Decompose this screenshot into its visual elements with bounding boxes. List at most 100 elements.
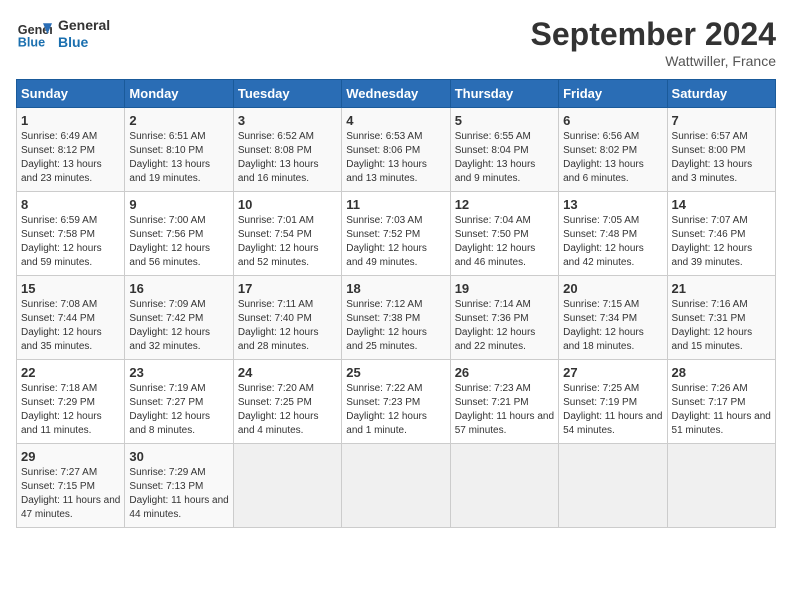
calendar-cell: 2 Sunrise: 6:51 AM Sunset: 8:10 PM Dayli…	[125, 108, 233, 192]
day-number: 21	[672, 281, 771, 296]
calendar-row-1: 8 Sunrise: 6:59 AM Sunset: 7:58 PM Dayli…	[17, 192, 776, 276]
calendar-cell	[559, 444, 667, 528]
day-info: Sunrise: 7:14 AM Sunset: 7:36 PM Dayligh…	[455, 298, 554, 354]
calendar-cell: 14 Sunrise: 7:07 AM Sunset: 7:46 PM Dayl…	[667, 192, 775, 276]
day-info: Sunrise: 6:51 AM Sunset: 8:10 PM Dayligh…	[129, 130, 228, 186]
day-info: Sunrise: 7:23 AM Sunset: 7:21 PM Dayligh…	[455, 382, 554, 438]
day-info: Sunrise: 7:16 AM Sunset: 7:31 PM Dayligh…	[672, 298, 771, 354]
day-number: 6	[563, 113, 662, 128]
day-info: Sunrise: 6:49 AM Sunset: 8:12 PM Dayligh…	[21, 130, 120, 186]
day-number: 11	[346, 197, 445, 212]
day-number: 30	[129, 449, 228, 464]
day-number: 16	[129, 281, 228, 296]
month-title: September 2024	[531, 16, 776, 53]
calendar-cell: 3 Sunrise: 6:52 AM Sunset: 8:08 PM Dayli…	[233, 108, 341, 192]
day-number: 9	[129, 197, 228, 212]
calendar-row-4: 29 Sunrise: 7:27 AM Sunset: 7:15 PM Dayl…	[17, 444, 776, 528]
day-number: 15	[21, 281, 120, 296]
day-info: Sunrise: 7:05 AM Sunset: 7:48 PM Dayligh…	[563, 214, 662, 270]
day-info: Sunrise: 7:00 AM Sunset: 7:56 PM Dayligh…	[129, 214, 228, 270]
day-info: Sunrise: 7:12 AM Sunset: 7:38 PM Dayligh…	[346, 298, 445, 354]
day-number: 19	[455, 281, 554, 296]
day-info: Sunrise: 7:26 AM Sunset: 7:17 PM Dayligh…	[672, 382, 771, 438]
calendar-cell: 13 Sunrise: 7:05 AM Sunset: 7:48 PM Dayl…	[559, 192, 667, 276]
day-number: 1	[21, 113, 120, 128]
day-info: Sunrise: 7:09 AM Sunset: 7:42 PM Dayligh…	[129, 298, 228, 354]
calendar-cell: 1 Sunrise: 6:49 AM Sunset: 8:12 PM Dayli…	[17, 108, 125, 192]
calendar-cell: 27 Sunrise: 7:25 AM Sunset: 7:19 PM Dayl…	[559, 360, 667, 444]
calendar-cell: 5 Sunrise: 6:55 AM Sunset: 8:04 PM Dayli…	[450, 108, 558, 192]
calendar-cell: 28 Sunrise: 7:26 AM Sunset: 7:17 PM Dayl…	[667, 360, 775, 444]
calendar-row-0: 1 Sunrise: 6:49 AM Sunset: 8:12 PM Dayli…	[17, 108, 776, 192]
day-info: Sunrise: 6:59 AM Sunset: 7:58 PM Dayligh…	[21, 214, 120, 270]
day-info: Sunrise: 6:57 AM Sunset: 8:00 PM Dayligh…	[672, 130, 771, 186]
calendar-cell	[667, 444, 775, 528]
day-number: 23	[129, 365, 228, 380]
calendar-cell: 16 Sunrise: 7:09 AM Sunset: 7:42 PM Dayl…	[125, 276, 233, 360]
calendar-cell: 8 Sunrise: 6:59 AM Sunset: 7:58 PM Dayli…	[17, 192, 125, 276]
calendar-cell	[342, 444, 450, 528]
weekday-header-row: Sunday Monday Tuesday Wednesday Thursday…	[17, 80, 776, 108]
page-header: General Blue General Blue September 2024…	[16, 16, 776, 69]
day-number: 28	[672, 365, 771, 380]
day-info: Sunrise: 7:04 AM Sunset: 7:50 PM Dayligh…	[455, 214, 554, 270]
title-area: September 2024 Wattwiller, France	[531, 16, 776, 69]
day-number: 22	[21, 365, 120, 380]
day-number: 27	[563, 365, 662, 380]
day-info: Sunrise: 7:22 AM Sunset: 7:23 PM Dayligh…	[346, 382, 445, 438]
day-number: 24	[238, 365, 337, 380]
calendar-cell: 9 Sunrise: 7:00 AM Sunset: 7:56 PM Dayli…	[125, 192, 233, 276]
calendar-cell: 6 Sunrise: 6:56 AM Sunset: 8:02 PM Dayli…	[559, 108, 667, 192]
calendar-cell: 10 Sunrise: 7:01 AM Sunset: 7:54 PM Dayl…	[233, 192, 341, 276]
logo-blue: Blue	[58, 34, 110, 51]
header-sunday: Sunday	[17, 80, 125, 108]
calendar-cell: 19 Sunrise: 7:14 AM Sunset: 7:36 PM Dayl…	[450, 276, 558, 360]
day-info: Sunrise: 7:19 AM Sunset: 7:27 PM Dayligh…	[129, 382, 228, 438]
header-saturday: Saturday	[667, 80, 775, 108]
day-number: 3	[238, 113, 337, 128]
header-wednesday: Wednesday	[342, 80, 450, 108]
day-info: Sunrise: 7:01 AM Sunset: 7:54 PM Dayligh…	[238, 214, 337, 270]
calendar-cell: 29 Sunrise: 7:27 AM Sunset: 7:15 PM Dayl…	[17, 444, 125, 528]
calendar-cell: 4 Sunrise: 6:53 AM Sunset: 8:06 PM Dayli…	[342, 108, 450, 192]
day-number: 2	[129, 113, 228, 128]
day-info: Sunrise: 7:29 AM Sunset: 7:13 PM Dayligh…	[129, 466, 228, 522]
day-info: Sunrise: 7:08 AM Sunset: 7:44 PM Dayligh…	[21, 298, 120, 354]
day-info: Sunrise: 7:20 AM Sunset: 7:25 PM Dayligh…	[238, 382, 337, 438]
header-thursday: Thursday	[450, 80, 558, 108]
day-number: 29	[21, 449, 120, 464]
svg-text:Blue: Blue	[18, 36, 45, 50]
day-number: 18	[346, 281, 445, 296]
header-monday: Monday	[125, 80, 233, 108]
calendar-cell: 12 Sunrise: 7:04 AM Sunset: 7:50 PM Dayl…	[450, 192, 558, 276]
day-info: Sunrise: 7:18 AM Sunset: 7:29 PM Dayligh…	[21, 382, 120, 438]
calendar-cell: 26 Sunrise: 7:23 AM Sunset: 7:21 PM Dayl…	[450, 360, 558, 444]
day-info: Sunrise: 7:27 AM Sunset: 7:15 PM Dayligh…	[21, 466, 120, 522]
day-number: 13	[563, 197, 662, 212]
logo: General Blue General Blue	[16, 16, 110, 52]
day-number: 4	[346, 113, 445, 128]
day-number: 12	[455, 197, 554, 212]
day-number: 5	[455, 113, 554, 128]
day-info: Sunrise: 7:03 AM Sunset: 7:52 PM Dayligh…	[346, 214, 445, 270]
day-info: Sunrise: 7:25 AM Sunset: 7:19 PM Dayligh…	[563, 382, 662, 438]
day-number: 26	[455, 365, 554, 380]
day-info: Sunrise: 6:52 AM Sunset: 8:08 PM Dayligh…	[238, 130, 337, 186]
day-info: Sunrise: 6:53 AM Sunset: 8:06 PM Dayligh…	[346, 130, 445, 186]
logo-general: General	[58, 17, 110, 34]
calendar-cell: 18 Sunrise: 7:12 AM Sunset: 7:38 PM Dayl…	[342, 276, 450, 360]
day-number: 8	[21, 197, 120, 212]
calendar-cell	[233, 444, 341, 528]
calendar-row-2: 15 Sunrise: 7:08 AM Sunset: 7:44 PM Dayl…	[17, 276, 776, 360]
calendar-cell: 25 Sunrise: 7:22 AM Sunset: 7:23 PM Dayl…	[342, 360, 450, 444]
calendar-cell: 24 Sunrise: 7:20 AM Sunset: 7:25 PM Dayl…	[233, 360, 341, 444]
day-number: 7	[672, 113, 771, 128]
calendar-cell: 23 Sunrise: 7:19 AM Sunset: 7:27 PM Dayl…	[125, 360, 233, 444]
day-info: Sunrise: 7:07 AM Sunset: 7:46 PM Dayligh…	[672, 214, 771, 270]
day-info: Sunrise: 7:15 AM Sunset: 7:34 PM Dayligh…	[563, 298, 662, 354]
logo-icon: General Blue	[16, 16, 52, 52]
header-tuesday: Tuesday	[233, 80, 341, 108]
day-info: Sunrise: 6:55 AM Sunset: 8:04 PM Dayligh…	[455, 130, 554, 186]
calendar-cell: 21 Sunrise: 7:16 AM Sunset: 7:31 PM Dayl…	[667, 276, 775, 360]
day-info: Sunrise: 6:56 AM Sunset: 8:02 PM Dayligh…	[563, 130, 662, 186]
